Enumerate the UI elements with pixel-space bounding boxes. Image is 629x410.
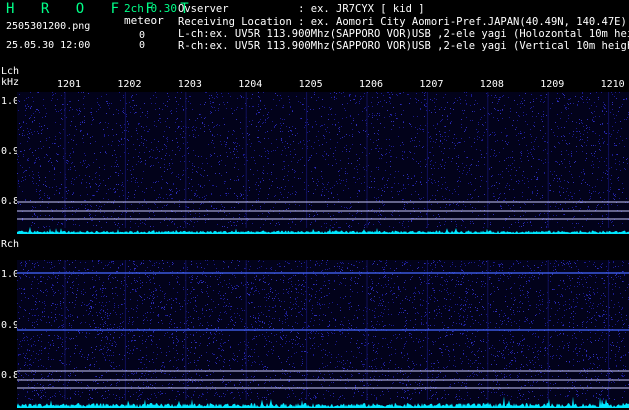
time-tick-label: 1206 — [359, 79, 384, 90]
location-info: Receiving Location : ex. Aomori City Aom… — [178, 16, 627, 28]
file-name: 2505301200.png — [6, 21, 91, 32]
rch-info: R-ch:ex. UV5R 113.900Mhz(SAPPORO VOR)USB… — [178, 40, 629, 52]
rch-spectrogram-svg — [17, 260, 629, 408]
time-tick-label: 1209 — [540, 79, 565, 90]
rch-meteor-count: 0 — [139, 40, 146, 51]
rch-label: Rch — [1, 239, 20, 250]
time-tick-label: 1210 — [600, 79, 625, 90]
unit-label: kHz — [1, 77, 20, 88]
time-tick-label: 1201 — [57, 79, 82, 90]
time-tick-label: 1204 — [238, 79, 263, 90]
observer-info: Ovserver : ex. JR7CYX [ kid ] — [178, 3, 425, 15]
rch-spectrogram — [17, 260, 629, 408]
lch-spectrogram — [17, 92, 629, 234]
lch-label: Lch — [1, 66, 20, 77]
time-tick-label: 1207 — [419, 79, 444, 90]
time-tick-label: 1203 — [177, 79, 202, 90]
lch-spectrogram-svg — [17, 92, 629, 234]
lch-info: L-ch:ex. UV5R 113.900Mhz(SAPPORO VOR)USB… — [178, 28, 629, 40]
timestamp: 25.05.30 12:00 — [6, 40, 91, 51]
version-label: 2ch 0.30 — [124, 2, 177, 15]
time-tick-label: 1205 — [298, 79, 323, 90]
time-tick-label: 1202 — [117, 79, 142, 90]
meteor-label: meteor — [124, 14, 164, 27]
time-tick-label: 1208 — [479, 79, 504, 90]
